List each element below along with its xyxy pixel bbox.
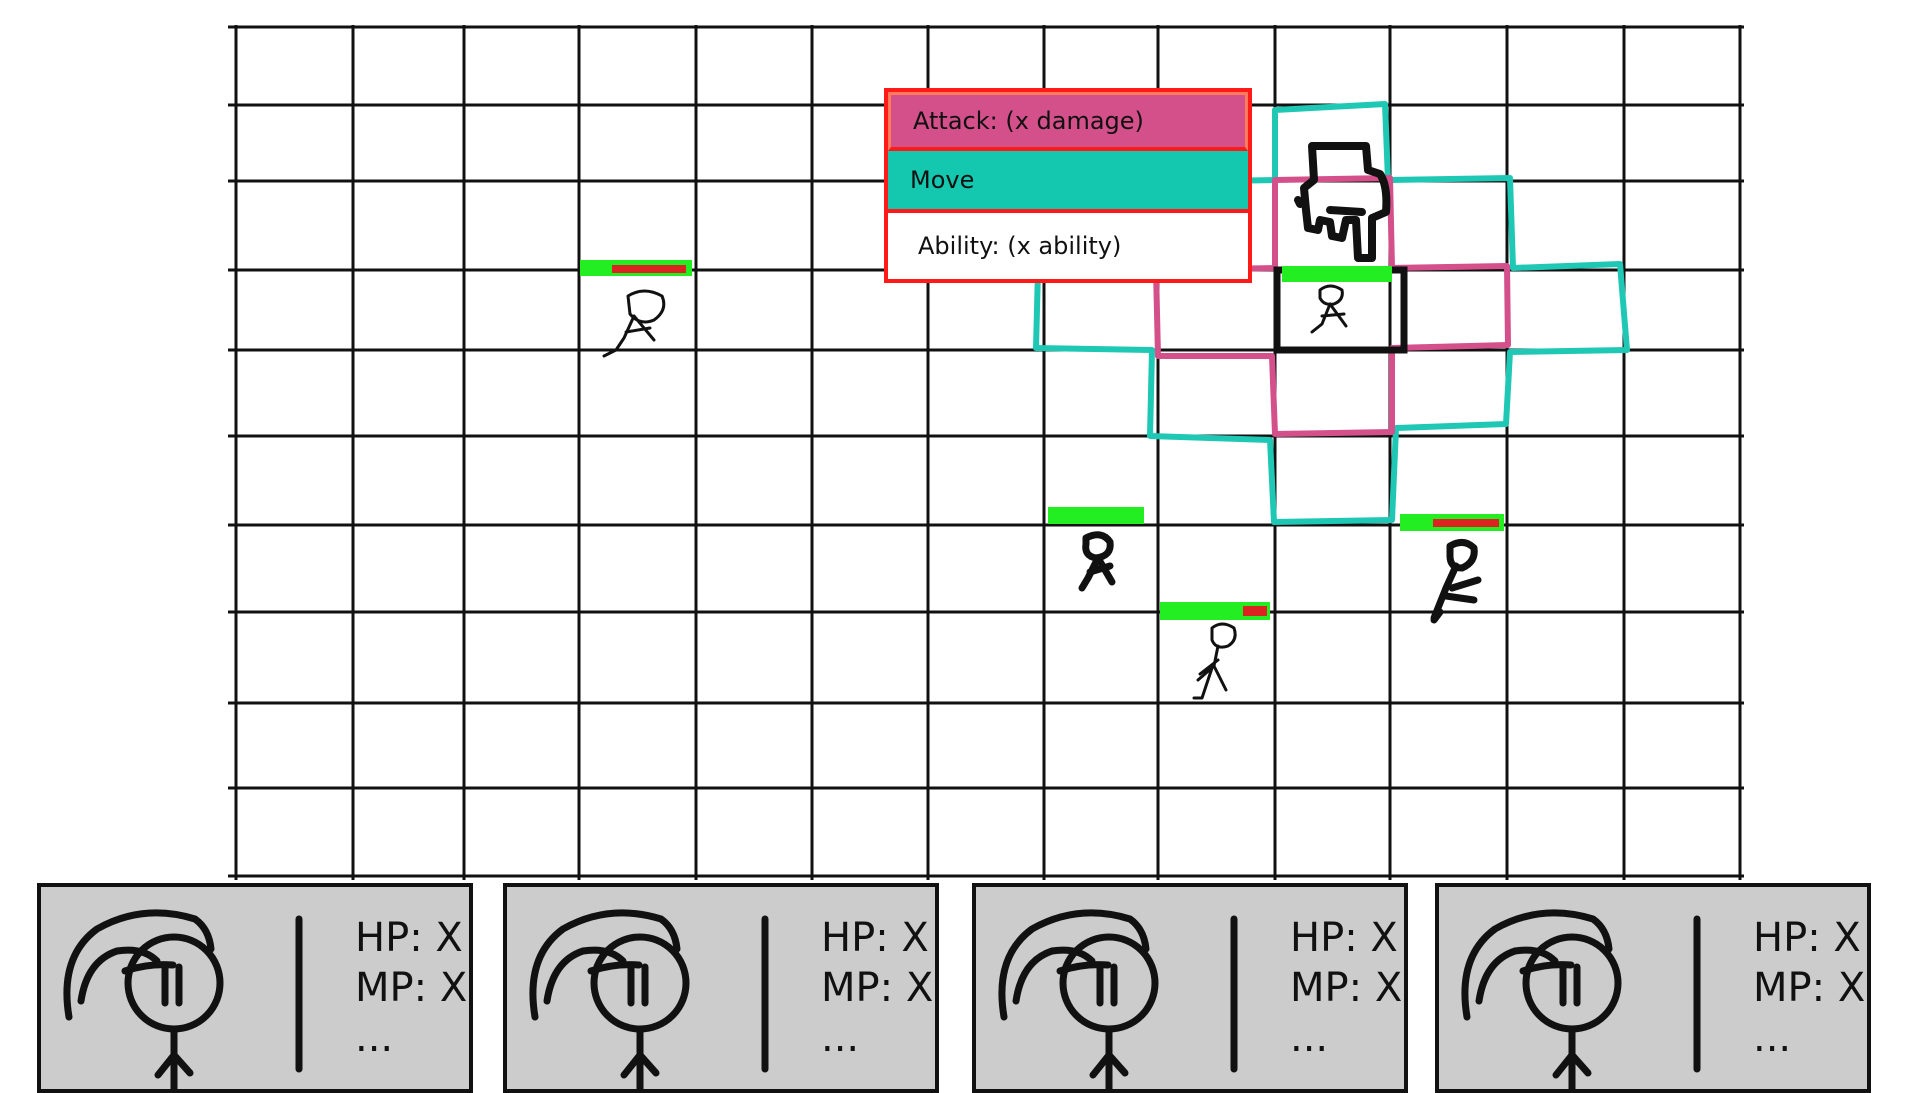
menu-item-ability[interactable]: Ability: (x ability) [888, 213, 1248, 279]
hp-text: HP: X [821, 915, 929, 961]
menu-item-ability-label: Ability: (x ability) [918, 232, 1122, 260]
hp-bar [1282, 266, 1392, 282]
party-stats: HP: X MP: X ... [821, 913, 933, 1063]
party-panel-1[interactable]: HP: X MP: X ... [37, 883, 473, 1093]
hp-text: HP: X [1753, 915, 1861, 961]
units-layer [580, 260, 1504, 700]
hp-text: HP: X [1290, 915, 1398, 961]
selected-hero-unit[interactable] [1282, 266, 1392, 334]
mp-text: MP: X [355, 965, 468, 1011]
damage-bar [1243, 606, 1267, 616]
ally-unit[interactable] [1048, 507, 1144, 592]
mp-text: MP: X [821, 965, 934, 1011]
menu-item-attack-label: Attack: (x damage) [913, 107, 1144, 135]
party-stats: HP: X MP: X ... [355, 913, 467, 1063]
action-menu: Attack: (x damage) Move Ability: (x abil… [884, 88, 1252, 283]
party-panel-2[interactable]: HP: X MP: X ... [503, 883, 939, 1093]
more-text: ... [821, 1015, 860, 1061]
damage-bar [612, 265, 686, 273]
more-text: ... [1753, 1015, 1792, 1061]
party-stats: HP: X MP: X ... [1753, 913, 1865, 1063]
menu-item-move-label: Move [910, 166, 975, 194]
mp-text: MP: X [1290, 965, 1403, 1011]
party-panel-3[interactable]: HP: X MP: X ... [972, 883, 1408, 1093]
more-text: ... [355, 1015, 394, 1061]
hp-text: HP: X [355, 915, 463, 961]
party-panel-4[interactable]: HP: X MP: X ... [1435, 883, 1871, 1093]
menu-item-attack[interactable]: Attack: (x damage) [888, 92, 1248, 151]
party-stats: HP: X MP: X ... [1290, 913, 1402, 1063]
more-text: ... [1290, 1015, 1329, 1061]
pointing-hand-icon [1294, 142, 1391, 262]
mp-text: MP: X [1753, 965, 1866, 1011]
hero-unit[interactable] [1160, 602, 1270, 700]
enemy-unit[interactable] [580, 260, 692, 358]
enemy-unit[interactable] [1400, 514, 1504, 624]
hp-bar [1048, 507, 1144, 524]
menu-item-move[interactable]: Move [888, 151, 1248, 213]
damage-bar [1433, 519, 1499, 527]
